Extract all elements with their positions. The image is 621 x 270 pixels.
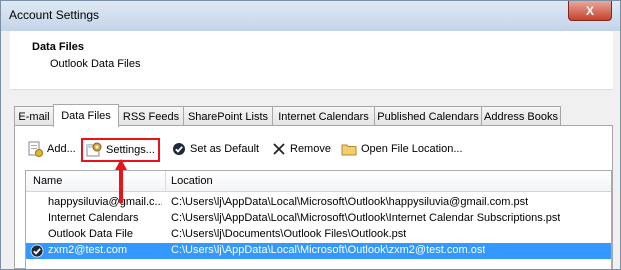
title-bar: Account Settings X: [1, 1, 620, 31]
row-location: C:\Users\lj\Documents\Outlook Files\Outl…: [171, 228, 407, 240]
row-name: happysiluvia@gmail.c...: [48, 196, 162, 208]
tab-sharepoint-lists[interactable]: SharePoint Lists: [183, 106, 273, 126]
column-divider[interactable]: [165, 171, 166, 191]
remove-label: Remove: [290, 143, 331, 155]
open-file-location-label: Open File Location...: [361, 143, 463, 155]
account-settings-window: Account Settings X Data Files Outlook Da…: [0, 0, 621, 270]
set-default-label: Set as Default: [190, 143, 260, 155]
add-label: Add...: [47, 143, 76, 155]
settings-label: Settings...: [106, 144, 155, 156]
default-check-icon: [173, 143, 185, 155]
header-panel: Data Files Outlook Data Files: [10, 31, 613, 90]
data-files-panel: Add... Settings... Set as Default Remove…: [14, 125, 613, 269]
row-location: C:\Users\lj\AppData\Local\Microsoft\Outl…: [171, 244, 486, 256]
remove-button[interactable]: Remove: [272, 138, 331, 160]
table-row-selected[interactable]: zxm2@test.com C:\Users\lj\AppData\Local\…: [26, 243, 611, 259]
row-location: C:\Users\lj\AppData\Local\Microsoft\Outl…: [171, 212, 561, 224]
close-button[interactable]: X: [568, 1, 612, 21]
tab-email[interactable]: E-mail: [14, 106, 54, 126]
tab-internet-calendars[interactable]: Internet Calendars: [272, 106, 375, 126]
row-location: C:\Users\lj\AppData\Local\Microsoft\Outl…: [171, 196, 529, 208]
open-file-location-button[interactable]: Open File Location...: [341, 138, 463, 160]
table-row[interactable]: Outlook Data File C:\Users\lj\Documents\…: [26, 227, 611, 243]
add-file-icon: [28, 141, 43, 157]
row-name: Internet Calendars: [48, 212, 139, 224]
column-header-location[interactable]: Location: [171, 175, 213, 187]
settings-icon: [86, 142, 102, 157]
page-subtitle: Outlook Data Files: [50, 58, 141, 70]
page-title: Data Files: [32, 41, 84, 53]
tab-data-files[interactable]: Data Files: [53, 104, 119, 127]
remove-x-icon: [273, 143, 285, 155]
tab-rss-feeds[interactable]: RSS Feeds: [118, 106, 184, 126]
red-arrow-annotation: [115, 159, 127, 203]
table-row[interactable]: Internet Calendars C:\Users\lj\AppData\L…: [26, 211, 611, 227]
add-button[interactable]: Add...: [27, 138, 76, 160]
tab-published-calendars[interactable]: Published Calendars: [374, 106, 482, 126]
row-name: zxm2@test.com: [48, 244, 128, 256]
set-default-button[interactable]: Set as Default: [172, 138, 259, 160]
column-header-name[interactable]: Name: [33, 175, 62, 187]
window-title: Account Settings: [9, 8, 100, 22]
folder-icon: [341, 144, 357, 156]
tab-address-books[interactable]: Address Books: [481, 106, 561, 126]
default-check-icon: [30, 244, 44, 258]
row-name: Outlook Data File: [48, 228, 133, 240]
toolbar: Add... Settings... Set as Default Remove…: [15, 138, 612, 162]
